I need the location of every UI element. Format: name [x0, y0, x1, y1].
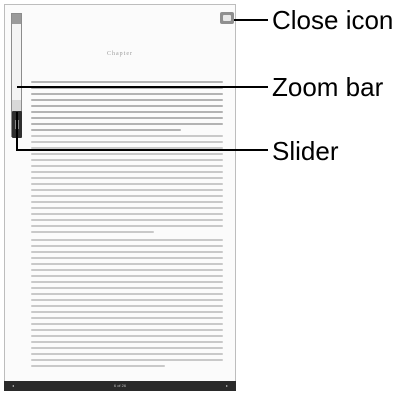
- page-title: Chapter: [107, 51, 133, 57]
- page-indicator: 6 of 26: [113, 383, 127, 388]
- reader-screen: Chapter: [4, 4, 236, 387]
- text-paragraph: [31, 239, 223, 371]
- close-callout-label: Close icon: [272, 5, 394, 35]
- text-paragraph: [31, 135, 223, 237]
- text-paragraph: [31, 81, 223, 135]
- status-bar: ◂ 6 of 26 ▸: [4, 381, 236, 391]
- close-icon[interactable]: [220, 12, 234, 24]
- zoom-callout-label: Zoom bar: [272, 72, 384, 102]
- stage: Chapter ◂ 6 of 26 ▸ Close icon Zoom bar …: [0, 0, 408, 394]
- next-page-icon[interactable]: ▸: [226, 381, 228, 391]
- slider-callout-label: Slider: [272, 136, 339, 166]
- slider-handle[interactable]: [12, 111, 22, 138]
